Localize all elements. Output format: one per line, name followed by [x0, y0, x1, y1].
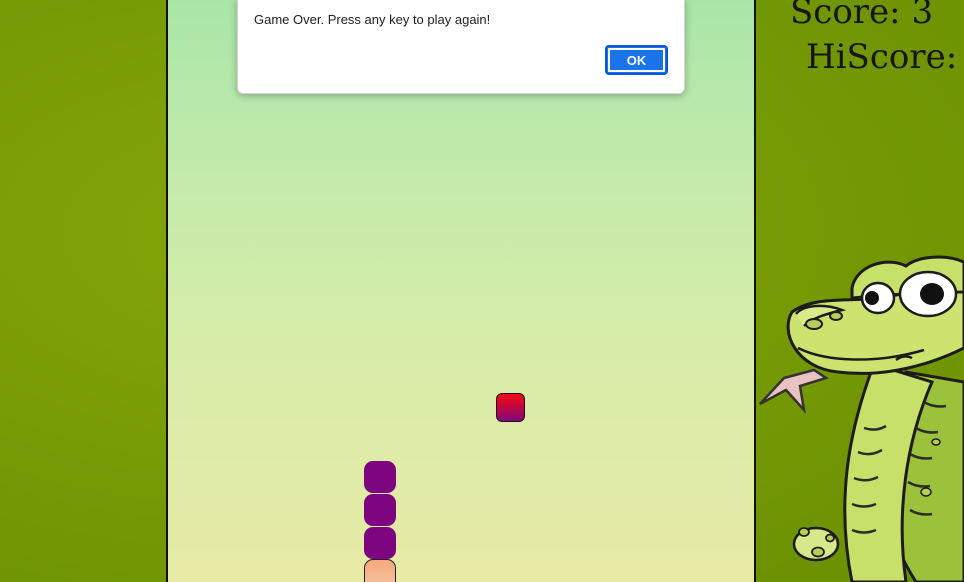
score-label: Score: 3 — [790, 0, 934, 32]
ok-button[interactable]: OK — [605, 45, 668, 75]
alert-dialog: Game Over. Press any key to play again! … — [237, 0, 685, 94]
food-item — [496, 393, 525, 422]
cartoon-snake-icon — [759, 255, 964, 582]
snake-body-segment — [364, 494, 396, 526]
hiscore-label: HiScore: — [806, 37, 958, 77]
snake-body-segment — [364, 461, 396, 493]
game-page: Score: 3 HiScore: Game Over. Press any k… — [0, 0, 964, 582]
snake-head — [364, 559, 396, 582]
snake-body-segment — [364, 527, 396, 559]
alert-message: Game Over. Press any key to play again! — [254, 12, 491, 27]
